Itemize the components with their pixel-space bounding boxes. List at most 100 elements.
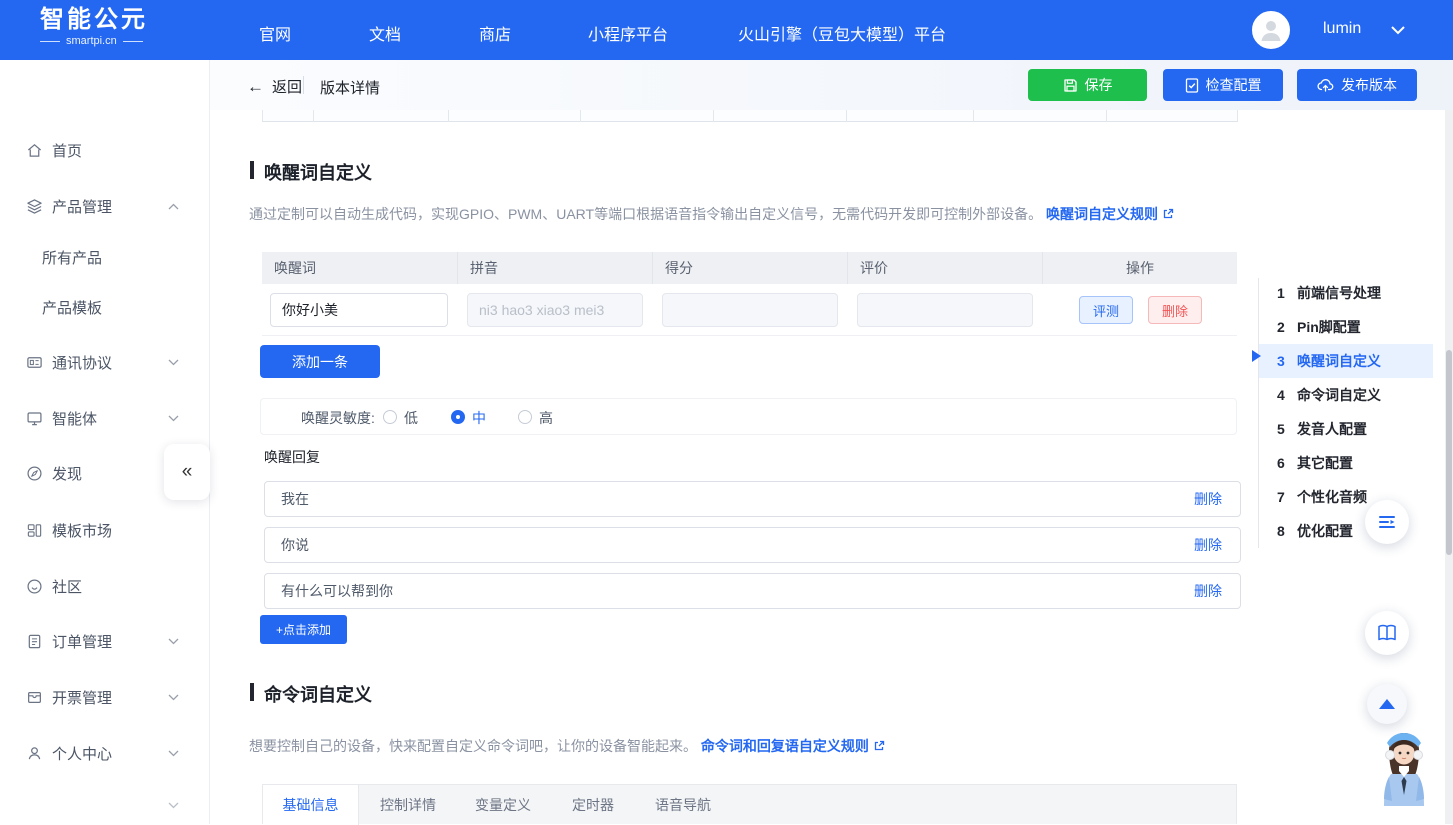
layers-icon	[26, 198, 43, 215]
wake-section-description: 通过定制可以自动生成代码，实现GPIO、PWM、UART等端口根据语音指令输出自…	[249, 204, 1174, 224]
avatar[interactable]	[1252, 11, 1290, 49]
nav-item-store[interactable]: 商店	[479, 21, 511, 45]
sidebar-item-agent[interactable]: 智能体	[0, 405, 210, 431]
anchor-item-4[interactable]: 4命令词自定义	[1259, 378, 1433, 412]
version-toolbar: ← 返回 版本详情 保存 检查配置 发布版本	[210, 60, 1453, 110]
save-button[interactable]: 保存	[1028, 69, 1147, 101]
mascot-girl-icon	[1379, 729, 1429, 813]
sidebar-item-template-market[interactable]: 模板市场	[0, 517, 210, 543]
reply-row[interactable]: 我在 删除	[264, 481, 1241, 517]
col-header-actions: 操作	[1042, 252, 1237, 284]
sidebar-item-home[interactable]: 首页	[0, 137, 210, 163]
arrow-up-icon	[1379, 699, 1395, 709]
add-reply-button[interactable]: +点击添加	[260, 615, 347, 644]
external-link-icon[interactable]	[1162, 208, 1174, 220]
chevron-down-icon	[168, 750, 179, 757]
nav-item-miniprogram[interactable]: 小程序平台	[588, 21, 668, 45]
logo-dash-right	[123, 41, 143, 42]
toc-fab[interactable]	[1365, 500, 1409, 544]
tab-voice-nav[interactable]: 语音导航	[655, 785, 711, 825]
back-to-top-fab[interactable]	[1367, 684, 1407, 724]
sensitivity-label: 唤醒灵敏度:	[301, 408, 375, 428]
test-button[interactable]: 评测	[1079, 296, 1133, 324]
sidebar-item-product-templates[interactable]: 产品模板	[0, 294, 210, 320]
tab-basic-info[interactable]: 基础信息	[263, 785, 359, 825]
radio-medium-label[interactable]: 中	[472, 408, 486, 428]
radio-high-label[interactable]: 高	[539, 408, 553, 428]
nav-item-volcengine[interactable]: 火山引擎（豆包大模型）平台	[738, 21, 946, 45]
anchor-item-6[interactable]: 6其它配置	[1259, 446, 1433, 480]
radio-medium[interactable]	[451, 410, 465, 424]
chevron-down-icon	[168, 694, 179, 701]
chevron-down-icon[interactable]	[1391, 26, 1405, 35]
template-market-icon	[26, 522, 43, 539]
anchor-item-7[interactable]: 7个性化音频	[1259, 480, 1433, 514]
radio-low[interactable]	[383, 410, 397, 424]
chevron-down-icon	[168, 415, 179, 422]
username[interactable]: lumin	[1323, 20, 1361, 38]
tab-timer[interactable]: 定时器	[572, 785, 614, 825]
docs-fab[interactable]	[1365, 611, 1409, 655]
wake-section-title: 唤醒词自定义	[264, 159, 372, 185]
logo-dash-left	[40, 41, 60, 42]
cloud-upload-icon	[1317, 78, 1334, 92]
save-icon	[1063, 78, 1078, 93]
sidebar-collapse-handle[interactable]: «	[164, 444, 210, 500]
publish-button[interactable]: 发布版本	[1297, 69, 1417, 101]
col-header-pinyin: 拼音	[457, 252, 652, 284]
delete-row-button[interactable]: 删除	[1148, 296, 1202, 324]
anchor-item-5[interactable]: 5发音人配置	[1259, 412, 1433, 446]
sidebar-item-invoice-mgmt[interactable]: 开票管理	[0, 684, 210, 710]
sidebar-item-all-products[interactable]: 所有产品	[0, 244, 210, 270]
wake-rule-link[interactable]: 唤醒词自定义规则	[1046, 206, 1158, 222]
chevron-up-icon	[168, 203, 179, 210]
scrollbar-thumb[interactable]	[1446, 350, 1452, 555]
toolbar-divider	[303, 76, 304, 94]
wake-word-input[interactable]	[270, 293, 448, 327]
back-button[interactable]: ← 返回	[247, 76, 302, 97]
command-section-title: 命令词自定义	[264, 681, 372, 707]
anchor-item-1[interactable]: 1前端信号处理	[1259, 276, 1433, 310]
sidebar-item-community[interactable]: 社区	[0, 573, 210, 599]
tab-control-detail[interactable]: 控制详情	[380, 785, 436, 825]
sidebar-item-order-mgmt[interactable]: 订单管理	[0, 628, 210, 654]
delete-reply-link[interactable]: 删除	[1194, 489, 1222, 509]
back-label: 返回	[272, 76, 302, 97]
anchor-item-3-active[interactable]: 3唤醒词自定义	[1259, 344, 1433, 378]
customer-service-mascot[interactable]	[1379, 729, 1429, 813]
delete-reply-link[interactable]: 删除	[1194, 535, 1222, 555]
chevron-down-icon	[168, 802, 179, 809]
reply-row[interactable]: 你说 删除	[264, 527, 1241, 563]
add-wake-word-button[interactable]: 添加一条	[260, 345, 380, 378]
tab-variable-def[interactable]: 变量定义	[475, 785, 531, 825]
external-link-icon[interactable]	[873, 740, 885, 752]
command-rule-link[interactable]: 命令词和回复语自定义规则	[701, 738, 869, 754]
top-header: 智能公元 smartpi.cn 官网 文档 商店 小程序平台 火山引擎（豆包大模…	[0, 0, 1453, 60]
nav-item-official[interactable]: 官网	[259, 21, 291, 45]
check-config-button[interactable]: 检查配置	[1163, 69, 1283, 101]
smiley-icon	[26, 578, 43, 595]
radio-high[interactable]	[518, 410, 532, 424]
logo[interactable]: 智能公元 smartpi.cn	[40, 8, 148, 47]
scrollbar-track	[1445, 60, 1453, 824]
active-anchor-marker	[1252, 350, 1261, 362]
sidebar-item-product-mgmt[interactable]: 产品管理	[0, 193, 210, 219]
score-input	[662, 293, 838, 327]
back-arrow-icon: ←	[247, 77, 264, 97]
monitor-icon	[26, 410, 43, 427]
logo-subtitle: smartpi.cn	[66, 35, 117, 47]
radio-low-label[interactable]: 低	[404, 408, 418, 428]
sidebar-item-profile[interactable]: 个人中心	[0, 740, 210, 766]
user-icon	[1256, 15, 1286, 45]
wake-table-header: 唤醒词 拼音 得分 评价 操作	[262, 252, 1237, 284]
nav-item-docs[interactable]: 文档	[369, 21, 401, 45]
delete-reply-link[interactable]: 删除	[1194, 581, 1222, 601]
rating-input	[857, 293, 1033, 327]
sidebar-item-protocol[interactable]: 通讯协议	[0, 349, 210, 375]
anchor-item-2[interactable]: 2Pin脚配置	[1259, 310, 1433, 344]
invoice-box-icon	[26, 689, 43, 706]
col-header-rating: 评价	[847, 252, 1042, 284]
section-marker	[250, 683, 254, 701]
reply-row[interactable]: 有什么可以帮到你 删除	[264, 573, 1241, 609]
chevron-down-icon	[168, 638, 179, 645]
